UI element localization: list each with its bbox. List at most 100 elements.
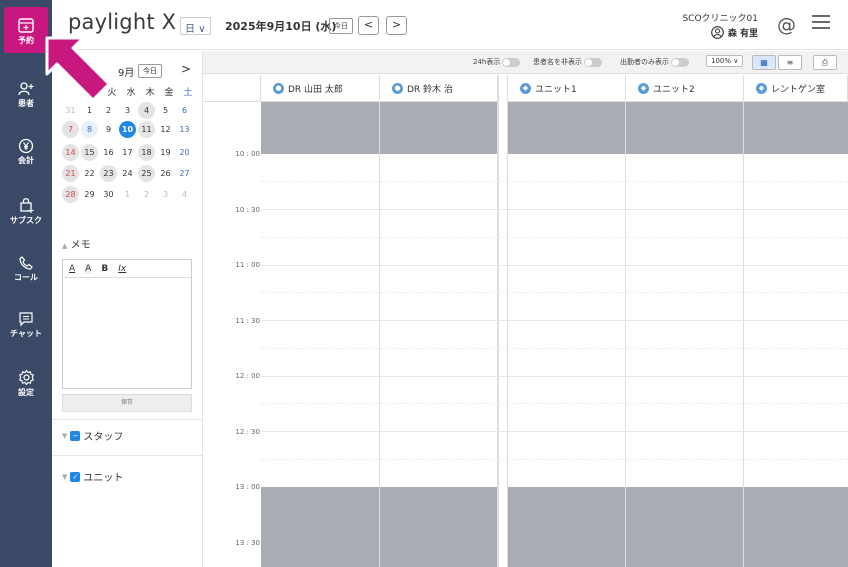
prev-day-button[interactable]: < xyxy=(358,16,379,35)
calendar-day[interactable]: 12 xyxy=(157,121,174,138)
calendar-day[interactable]: 3 xyxy=(119,102,136,119)
user-plus-icon xyxy=(18,82,34,96)
chevron-down-icon: ▼ xyxy=(62,472,68,481)
blocked-period xyxy=(744,102,848,154)
print-button[interactable]: ⎙ xyxy=(813,55,837,70)
calendar-day[interactable]: 3 xyxy=(157,186,174,203)
column-header-unit[interactable]: ◆ ユニット1 xyxy=(508,75,626,102)
calendar-day[interactable]: 27 xyxy=(176,165,193,182)
toggle-switch[interactable] xyxy=(502,57,521,67)
grid-line-minor xyxy=(261,348,848,349)
calendar-month: 9月 xyxy=(118,68,135,79)
view-mode-value: 日 xyxy=(185,24,195,35)
calendar-day[interactable]: 18 xyxy=(138,144,155,161)
nav-label: コール xyxy=(14,273,38,282)
next-day-button[interactable]: > xyxy=(386,16,407,35)
user-info[interactable]: 森 有里 xyxy=(711,26,758,39)
calendar-day[interactable]: 16 xyxy=(100,144,117,161)
highlight-button[interactable]: A xyxy=(85,263,92,274)
calendar-day[interactable]: 29 xyxy=(81,186,98,203)
calendar-day[interactable]: 30 xyxy=(100,186,117,203)
column-header-unit[interactable]: ◆ ユニット2 xyxy=(626,75,744,102)
time-label: 12 : 00 xyxy=(235,372,260,380)
schedule-column[interactable] xyxy=(508,102,626,567)
schedule-column[interactable] xyxy=(261,102,380,567)
memo-save-button[interactable]: 保存 xyxy=(62,394,192,412)
calendar-day[interactable]: 1 xyxy=(119,186,136,203)
unit-section-toggle[interactable]: ▼ ✓ ユニット xyxy=(62,469,123,484)
calendar-day[interactable]: 28 xyxy=(62,186,79,203)
font-color-button[interactable]: A xyxy=(69,264,75,274)
staff-section-toggle[interactable]: ▼ − スタッフ xyxy=(62,428,123,443)
calendar-day[interactable]: 21 xyxy=(62,165,79,182)
column-header-staff[interactable]: ● DR 鈴木 治 xyxy=(380,75,498,102)
checkbox-partial-icon[interactable]: − xyxy=(70,430,81,441)
calendar-day[interactable]: 6 xyxy=(176,102,193,119)
schedule-column[interactable] xyxy=(380,102,498,567)
chevron-down-icon: ∨ xyxy=(198,24,206,35)
column-header-unit[interactable]: ◆ レントゲン室 xyxy=(744,75,848,102)
zoom-value: 100% xyxy=(711,57,732,65)
calendar-day[interactable]: 17 xyxy=(119,144,136,161)
calendar-day[interactable]: 9 xyxy=(100,121,117,138)
grid-line-minor xyxy=(261,403,848,404)
at-mention-icon[interactable]: @ xyxy=(777,14,796,36)
yen-icon xyxy=(18,138,34,154)
calendar-day[interactable]: 2 xyxy=(138,186,155,203)
calendar-view-button[interactable]: ▦ xyxy=(752,55,776,70)
grid-line xyxy=(261,209,848,210)
nav-item-billing[interactable]: 会計 xyxy=(0,138,52,166)
zoom-select[interactable]: 100% ∨ xyxy=(706,55,744,67)
calendar-day[interactable]: 26 xyxy=(157,165,174,182)
calendar-day[interactable]: 11 xyxy=(138,121,155,138)
person-icon: ● xyxy=(392,82,403,94)
calendar-today-button[interactable]: 今日 xyxy=(138,64,162,78)
nav-item-call[interactable]: コール xyxy=(0,255,52,283)
toggle-switch[interactable] xyxy=(671,57,689,67)
toggle-24h[interactable]: 24h表示 xyxy=(473,57,521,67)
nav-label: チャット xyxy=(10,329,42,338)
today-button[interactable]: 今日 xyxy=(329,18,353,34)
clear-format-button[interactable]: Ix xyxy=(118,264,126,274)
calendar-day[interactable]: 15 xyxy=(81,144,98,161)
toggle-attending-only[interactable]: 出勤者のみ表示 xyxy=(620,57,689,67)
top-header: paylight X 日 ∨ 2025年9月10日 (水) 今日 < > SCO… xyxy=(52,0,848,50)
calendar-day[interactable]: 19 xyxy=(157,144,174,161)
calendar-day[interactable]: 23 xyxy=(100,165,117,182)
calendar-day[interactable]: 4 xyxy=(138,102,155,119)
grid-line-minor xyxy=(261,292,848,293)
schedule-column[interactable] xyxy=(744,102,848,567)
calendar-day[interactable]: 4 xyxy=(176,186,193,203)
grid-line xyxy=(261,431,848,432)
checkbox-checked-icon[interactable]: ✓ xyxy=(70,471,81,482)
nav-item-settings[interactable]: 設定 xyxy=(0,369,52,398)
time-label: 13 : 00 xyxy=(235,483,260,491)
calendar-next-button[interactable]: > xyxy=(181,62,191,76)
nav-item-subscription[interactable]: サブスク xyxy=(0,196,52,226)
calendar-day[interactable]: 25 xyxy=(138,165,155,182)
nav-item-chat[interactable]: チャット xyxy=(0,311,52,339)
chevron-up-icon: ▲ xyxy=(62,242,68,250)
calendar-day[interactable]: 13 xyxy=(176,121,193,138)
toggle-switch[interactable] xyxy=(584,57,602,67)
calendar-day[interactable]: 20 xyxy=(176,144,193,161)
bold-button[interactable]: B xyxy=(101,264,108,274)
calendar-day[interactable]: 8 xyxy=(81,121,98,138)
schedule-column[interactable] xyxy=(626,102,744,567)
view-mode-select[interactable]: 日 ∨ xyxy=(180,17,211,35)
hamburger-menu-icon[interactable] xyxy=(812,15,830,29)
memo-title: メモ xyxy=(70,240,91,251)
calendar-day[interactable]: 24 xyxy=(119,165,136,182)
toggle-hide-patient-name[interactable]: 患者名を非表示 xyxy=(533,57,602,67)
calendar-day-selected[interactable]: 10 xyxy=(119,121,136,138)
calendar-day[interactable]: 22 xyxy=(81,165,98,182)
calendar-day[interactable]: 5 xyxy=(157,102,174,119)
column-header-staff[interactable]: ● DR 山田 太郎 xyxy=(261,75,380,102)
column-label: ユニット2 xyxy=(653,84,695,95)
schedule-toolbar: 24h表示 患者名を非表示 出勤者のみ表示 100% ∨ ▦ ≡ ⎙ xyxy=(203,51,848,74)
memo-editor[interactable]: A A B Ix xyxy=(62,259,192,389)
memo-section-header[interactable]: ▲ メモ xyxy=(62,236,91,251)
calendar-day[interactable]: 14 xyxy=(62,144,79,161)
list-view-button[interactable]: ≡ xyxy=(778,55,802,70)
calendar-day[interactable]: 7 xyxy=(62,121,79,138)
